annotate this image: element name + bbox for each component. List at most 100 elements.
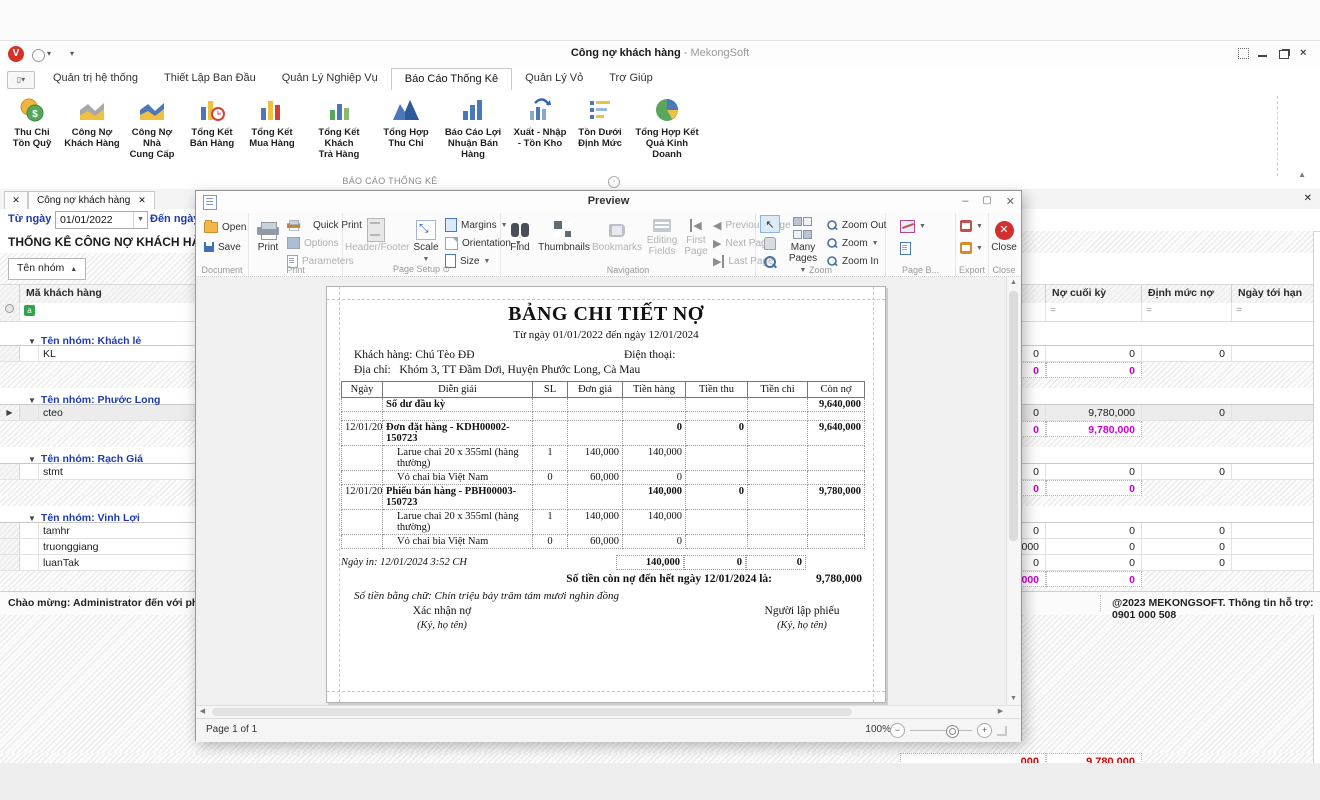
close-preview-button[interactable]: ✕ Close bbox=[989, 218, 1019, 253]
preview-maximize-button[interactable]: ▢ bbox=[982, 195, 991, 208]
cell-debt-limit[interactable]: 0 bbox=[1142, 405, 1232, 420]
row-marker[interactable]: ▶ bbox=[0, 405, 20, 420]
cell-debt-limit[interactable]: 0 bbox=[1142, 555, 1232, 570]
footer-end-debt[interactable]: 0 bbox=[1046, 571, 1142, 587]
resize-grip[interactable] bbox=[997, 726, 1007, 736]
close-all-tabs-button[interactable]: ✕ bbox=[4, 191, 28, 209]
print-button[interactable]: Print bbox=[251, 218, 285, 253]
group-dialog-launcher-icon[interactable]: ◦ bbox=[608, 176, 620, 188]
collapse-group-icon[interactable]: ▼ bbox=[28, 514, 36, 523]
save-button[interactable]: Save bbox=[204, 239, 246, 255]
ribbon-tab-thiết-lập-ban-đầu[interactable]: Thiết Lập Ban Đầu bbox=[151, 68, 269, 90]
group-by-button[interactable]: Tên nhóm▲ bbox=[8, 258, 86, 280]
preview-title-bar[interactable]: Preview – ▢ ✕ bbox=[196, 191, 1021, 214]
app-menu-button[interactable]: ▯▾ bbox=[7, 71, 35, 89]
filter-end-debt[interactable]: = bbox=[1046, 303, 1142, 321]
from-date-input[interactable]: 01/01/2022▼ bbox=[55, 211, 148, 229]
ribbon-tab-quản-lý-nghiệp-vụ[interactable]: Quản Lý Nghiệp Vụ bbox=[269, 68, 391, 90]
cell-end-debt[interactable]: 0 bbox=[1046, 346, 1142, 361]
column-header-due-date[interactable]: Ngày tới hạn bbox=[1232, 285, 1313, 304]
tab-cong-no-khach-hang[interactable]: Công nợ khách hàng✕ bbox=[28, 191, 155, 209]
zoom-button[interactable]: Zoom▼ bbox=[826, 235, 886, 251]
zoom-decrease-button[interactable]: − bbox=[890, 723, 905, 738]
from-date-dropdown-icon[interactable]: ▼ bbox=[133, 212, 147, 228]
row-marker[interactable] bbox=[0, 464, 20, 479]
ribbon-button-cong-no-khach-hang[interactable]: Công NợKhách Hàng bbox=[62, 92, 122, 161]
horizontal-scroll-thumb[interactable] bbox=[212, 708, 852, 716]
zoom-slider-knob[interactable] bbox=[946, 725, 959, 738]
ribbon-button-cong-no-nha-cung-cap[interactable]: Công Nợ NhàCung Cấp bbox=[122, 92, 182, 161]
cell-due-date[interactable] bbox=[1232, 464, 1313, 479]
open-button[interactable]: Open bbox=[204, 219, 246, 235]
cell-due-date[interactable] bbox=[1232, 539, 1313, 554]
page-color-button[interactable] bbox=[900, 240, 926, 256]
collapse-group-icon[interactable]: ▼ bbox=[28, 337, 36, 346]
row-marker[interactable] bbox=[0, 555, 20, 570]
footer-end-debt[interactable]: 0 bbox=[1046, 480, 1142, 496]
preview-close-button[interactable]: ✕ bbox=[1006, 195, 1015, 208]
tab-close-icon[interactable]: ✕ bbox=[138, 195, 146, 205]
collapse-ribbon-icon[interactable]: ▲ bbox=[1298, 170, 1306, 179]
cell-end-debt[interactable]: 0 bbox=[1046, 464, 1142, 479]
ribbon-button-tong-ket-khach-tra-hang[interactable]: Tổng Kết KháchTrả Hàng bbox=[302, 92, 376, 161]
ribbon-tab-quản-trị-hệ-thống[interactable]: Quản trị hệ thống bbox=[40, 68, 151, 90]
filter-due-date[interactable]: = bbox=[1232, 303, 1313, 321]
scroll-right-icon[interactable]: ▶ bbox=[994, 706, 1007, 718]
footer-end-debt[interactable]: 9,780,000 bbox=[1046, 421, 1142, 437]
scroll-left-icon[interactable]: ◀ bbox=[196, 706, 209, 718]
column-header-cut[interactable] bbox=[1022, 285, 1046, 304]
ribbon-button-bao-cao-loi-nhuan-ban-hang[interactable]: Báo Cáo LợiNhuận Bán Hàng bbox=[436, 92, 510, 161]
cell-debt-limit[interactable]: 0 bbox=[1142, 539, 1232, 554]
cell-end-debt[interactable]: 9,780,000 bbox=[1046, 405, 1142, 420]
pointer-tool[interactable]: ↖ bbox=[760, 215, 780, 233]
cell-end-debt[interactable]: 0 bbox=[1046, 539, 1142, 554]
restore-button[interactable] bbox=[1279, 50, 1289, 59]
preview-vertical-scrollbar[interactable]: ▲ ▼ bbox=[1006, 277, 1020, 705]
ribbon-button-ton-duoi-dinh-muc[interactable]: Tồn DướiĐịnh Mức bbox=[570, 92, 630, 161]
footer-end-debt[interactable]: 0 bbox=[1046, 362, 1142, 378]
close-button[interactable]: × bbox=[1300, 48, 1312, 59]
cell-due-date[interactable] bbox=[1232, 346, 1313, 361]
ribbon-tab-báo-cáo-thống-kê[interactable]: Báo Cáo Thống Kê bbox=[391, 68, 512, 90]
pin-window-icon[interactable] bbox=[1238, 48, 1249, 59]
zoom-out-button[interactable]: Zoom Out bbox=[826, 217, 886, 233]
hand-tool[interactable] bbox=[760, 234, 780, 252]
scale-button[interactable]: Scale ▼ bbox=[409, 218, 443, 264]
ribbon-button-thu-chi-ton-quy[interactable]: $Thu ChiTồn Quỹ bbox=[2, 92, 62, 161]
ribbon-button-tong-ket-ban-hang[interactable]: Tổng KếtBán Hàng bbox=[182, 92, 242, 161]
scroll-down-icon[interactable]: ▼ bbox=[1007, 693, 1020, 705]
collapse-group-icon[interactable]: ▼ bbox=[28, 396, 36, 405]
cell-debt-limit[interactable]: 0 bbox=[1142, 523, 1232, 538]
watermark-button[interactable]: ▼ bbox=[900, 218, 926, 234]
tabstrip-close-icon[interactable]: ✕ bbox=[1304, 193, 1312, 204]
ribbon-button-tong-ket-mua-hang[interactable]: Tổng KếtMua Hàng bbox=[242, 92, 302, 161]
cell-end-debt[interactable]: 0 bbox=[1046, 555, 1142, 570]
ribbon-tab-trợ-giúp[interactable]: Trợ Giúp bbox=[596, 68, 665, 90]
export-document-button[interactable]: ▼ bbox=[960, 218, 983, 234]
cell-end-debt[interactable]: 0 bbox=[1046, 523, 1142, 538]
send-email-button[interactable]: ▼ bbox=[960, 240, 983, 256]
preview-horizontal-scrollbar[interactable]: ◀ ▶ bbox=[196, 705, 1021, 718]
column-header-end-debt[interactable]: Nợ cuối kỳ bbox=[1046, 285, 1142, 304]
vertical-scroll-thumb[interactable] bbox=[1009, 291, 1018, 541]
find-button[interactable]: Find bbox=[503, 218, 537, 253]
ribbon-button-xuat-nhap-ton-kho[interactable]: Xuất - Nhập- Tồn Kho bbox=[510, 92, 570, 161]
cell-due-date[interactable] bbox=[1232, 523, 1313, 538]
cell-debt-limit[interactable]: 0 bbox=[1142, 464, 1232, 479]
preview-minimize-button[interactable]: – bbox=[962, 195, 968, 208]
filter-abc-icon[interactable]: a bbox=[24, 305, 35, 316]
filter-debt-limit[interactable]: = bbox=[1142, 303, 1232, 321]
ribbon-button-tong-hop-ket-qua-kinh-doanh[interactable]: Tổng Hợp KếtQuả Kinh Doanh bbox=[630, 92, 704, 161]
ribbon-tab-quản-lý-vỏ[interactable]: Quản Lý Vỏ bbox=[512, 68, 596, 90]
collapse-group-icon[interactable]: ▼ bbox=[28, 455, 36, 464]
row-marker[interactable] bbox=[0, 523, 20, 538]
row-marker[interactable] bbox=[0, 539, 20, 554]
scroll-up-icon[interactable]: ▲ bbox=[1007, 277, 1020, 289]
thumbnails-button[interactable]: Thumbnails bbox=[537, 218, 591, 253]
cell-due-date[interactable] bbox=[1232, 405, 1313, 420]
minimize-button[interactable] bbox=[1258, 55, 1267, 57]
cell-due-date[interactable] bbox=[1232, 555, 1313, 570]
cell-debt-limit[interactable]: 0 bbox=[1142, 346, 1232, 361]
ribbon-button-tong-hop-thu-chi[interactable]: Tổng HợpThu Chi bbox=[376, 92, 436, 161]
zoom-slider[interactable] bbox=[910, 730, 972, 731]
